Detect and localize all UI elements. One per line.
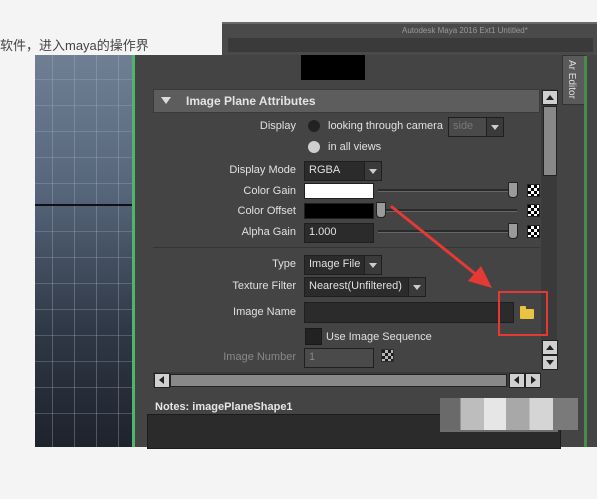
folder-highlight-box bbox=[498, 291, 548, 336]
red-arrow-annotation bbox=[390, 205, 492, 288]
arrow-shaft bbox=[390, 205, 480, 278]
